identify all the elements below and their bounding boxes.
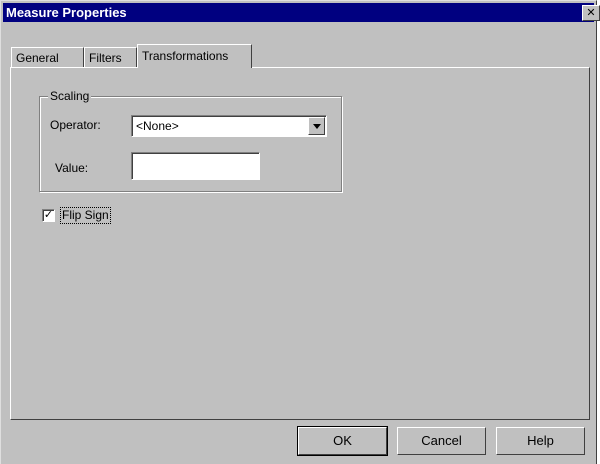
operator-value: <None> <box>136 119 179 133</box>
tab-transformations-label: Transformations <box>142 49 229 63</box>
check-icon: ✓ <box>43 209 54 221</box>
tab-filters-label: Filters <box>89 51 122 65</box>
measure-properties-dialog: Measure Properties ✕ General Filters Tra… <box>0 0 600 464</box>
ok-button[interactable]: OK <box>297 426 388 456</box>
tab-transformations[interactable]: Transformations <box>137 44 252 68</box>
cancel-button-label: Cancel <box>421 433 462 448</box>
tab-filters[interactable]: Filters <box>84 47 137 67</box>
value-field[interactable] <box>131 152 260 180</box>
flip-sign-label[interactable]: Flip Sign <box>60 207 111 224</box>
operator-label: Operator: <box>50 118 101 132</box>
close-button[interactable]: ✕ <box>582 5 600 21</box>
tab-general[interactable]: General <box>11 47 84 67</box>
tab-general-label: General <box>16 51 59 65</box>
close-icon: ✕ <box>586 7 596 19</box>
title-bar[interactable]: Measure Properties ✕ <box>3 3 600 22</box>
help-button-label: Help <box>527 433 554 448</box>
help-button[interactable]: Help <box>496 427 585 455</box>
value-label: Value: <box>55 161 89 175</box>
operator-select[interactable]: <None> <box>131 115 327 137</box>
transformations-panel: Scaling Operator: <None> Value: ✓ Flip S… <box>10 67 590 420</box>
dialog-title: Measure Properties <box>6 5 127 20</box>
scaling-group: Scaling Operator: <None> Value: <box>39 89 342 192</box>
chevron-down-icon[interactable] <box>308 117 325 135</box>
scaling-group-label: Scaling <box>48 89 92 103</box>
ok-button-label: OK <box>333 433 352 448</box>
cancel-button[interactable]: Cancel <box>397 427 486 455</box>
flip-sign-checkbox[interactable]: ✓ <box>42 209 55 222</box>
